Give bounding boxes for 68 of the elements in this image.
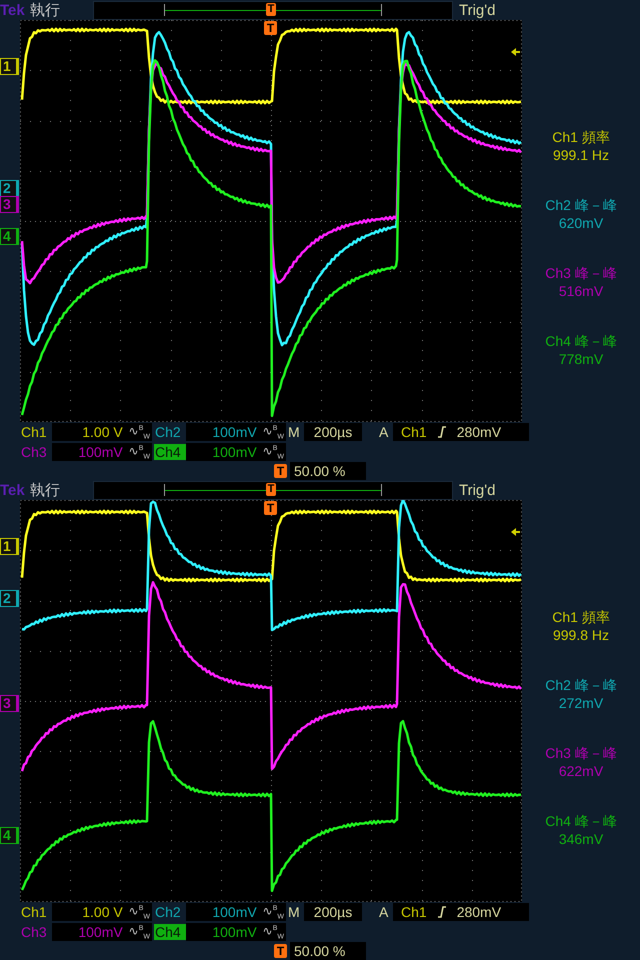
measurement-value: 999.1 Hz — [552, 146, 610, 164]
trigger-level-icon — [511, 527, 521, 537]
scale-value: 100mV — [212, 924, 257, 940]
trigger-threshold: 280mV — [456, 424, 502, 440]
channel-marker[interactable]: 2 — [0, 590, 19, 607]
scale-value: 1.00 V — [82, 424, 123, 440]
trigger-position-value[interactable]: 50.00 % — [290, 462, 366, 480]
channel-marker[interactable]: 2 — [0, 180, 19, 197]
trigger-source: Ch1 — [401, 904, 427, 920]
run-state: 執行 — [30, 480, 61, 500]
timebase-value: 200µs — [314, 904, 352, 920]
trigger-marker: T — [264, 21, 277, 35]
trigger-status: Trig'd — [459, 482, 496, 498]
measurement-label: Ch4 峰－峰 — [545, 812, 617, 830]
brand-logo: Tek — [0, 482, 26, 498]
channel-marker[interactable]: 1 — [0, 538, 19, 555]
acquisition-label: A — [379, 424, 390, 440]
channel-label[interactable]: Ch2 — [154, 424, 186, 440]
timebase-label: M — [288, 424, 301, 440]
channel-marker[interactable]: 4 — [0, 228, 19, 245]
trigger-marker: T — [266, 2, 276, 16]
trigger-field[interactable]: Ch1 280mV — [393, 903, 529, 921]
measurement-value: 778mV — [558, 350, 604, 368]
timebase-value: 200µs — [314, 424, 352, 440]
trigger-source: Ch1 — [401, 424, 427, 440]
timebase-field[interactable]: 200µs — [304, 423, 362, 441]
channel-marker[interactable]: 1 — [0, 58, 19, 75]
trigger-threshold: 280mV — [456, 904, 502, 920]
trigger-marker: T — [264, 501, 277, 515]
measurement-label: Ch2 峰－峰 — [545, 196, 617, 214]
trigger-position-icon: T — [274, 944, 287, 958]
channel-label[interactable]: Ch4 — [154, 924, 186, 940]
trigger-level-icon — [511, 47, 521, 57]
scale-value: 100mV — [212, 444, 257, 460]
measurement-label: Ch4 峰－峰 — [545, 332, 617, 350]
scale-value: 100mV — [212, 424, 257, 440]
channel-marker[interactable]: 4 — [0, 827, 19, 844]
measurement-value: 346mV — [558, 830, 604, 848]
measurement-value: 620mV — [558, 214, 604, 232]
brand-logo: Tek — [0, 2, 26, 18]
acquisition-label: A — [379, 904, 390, 920]
scale-value: 100mV — [212, 904, 257, 920]
scale-value: 100mV — [78, 924, 123, 940]
scale-value: 100mV — [78, 444, 123, 460]
trigger-status: Trig'd — [459, 2, 496, 18]
scale-value: 1.00 V — [82, 904, 123, 920]
channel-label[interactable]: Ch1 — [20, 424, 52, 440]
trigger-field[interactable]: Ch1 280mV — [393, 423, 529, 441]
measurement-value: 999.8 Hz — [552, 626, 610, 644]
run-state: 執行 — [30, 0, 61, 20]
channel-label[interactable]: Ch2 — [154, 904, 186, 920]
channel-label[interactable]: Ch4 — [154, 444, 186, 460]
measurement-label: Ch3 峰－峰 — [545, 744, 617, 762]
timebase-label: M — [288, 904, 301, 920]
trigger-position-icon: T — [274, 464, 287, 478]
channel-label[interactable]: Ch1 — [20, 904, 52, 920]
measurement-label: Ch1 頻率 — [552, 608, 610, 626]
rising-edge-icon — [436, 906, 447, 918]
measurement-value: 622mV — [558, 762, 604, 780]
measurement-value: 516mV — [558, 282, 604, 300]
trigger-marker: T — [266, 482, 276, 496]
measurement-label: Ch2 峰－峰 — [545, 676, 617, 694]
measurement-label: Ch3 峰－峰 — [545, 264, 617, 282]
measurement-value: 272mV — [558, 694, 604, 712]
rising-edge-icon — [436, 426, 447, 438]
timebase-field[interactable]: 200µs — [304, 903, 362, 921]
trigger-position-value[interactable]: 50.00 % — [290, 942, 366, 960]
measurement-label: Ch1 頻率 — [552, 128, 610, 146]
